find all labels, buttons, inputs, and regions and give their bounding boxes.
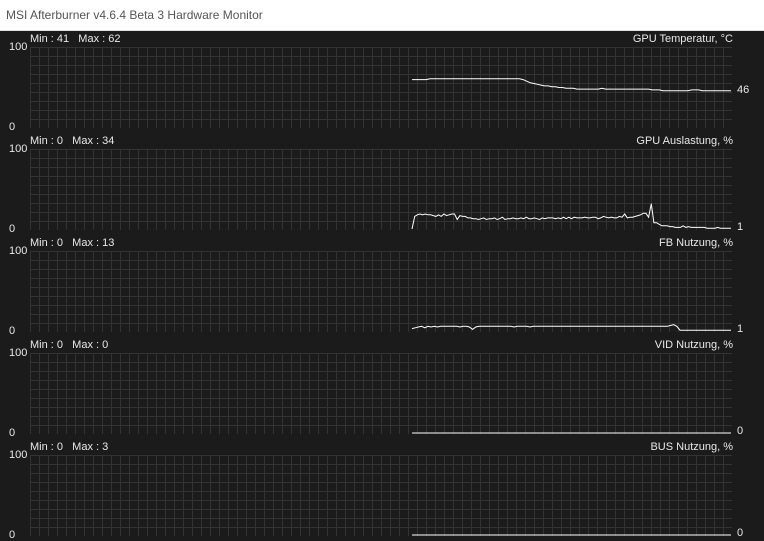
y-axis-max-label: 100 — [9, 245, 28, 257]
y-axis-min-label: 0 — [9, 121, 16, 133]
graph-min-max: Min : 0 Max : 0 — [30, 339, 109, 351]
y-axis-max-label: 100 — [9, 41, 28, 53]
grid — [30, 455, 732, 536]
series-line — [411, 324, 731, 331]
graph-plot-area — [30, 47, 732, 128]
hardware-monitor-graphs[interactable]: Min : 41 Max : 62 GPU Temperatur, °C 100… — [0, 31, 764, 541]
series-line — [412, 78, 731, 92]
y-axis-max-label: 100 — [9, 347, 28, 359]
graph-min-max: Min : 0 Max : 34 — [30, 135, 115, 147]
graph-title: BUS Nutzung, % — [650, 441, 733, 453]
window-title: MSI Afterburner v4.6.4 Beta 3 Hardware M… — [6, 8, 263, 22]
graph-plot-area — [30, 455, 732, 536]
grid — [30, 251, 732, 332]
y-axis-min-label: 0 — [9, 325, 16, 337]
y-axis-min-label: 0 — [9, 529, 16, 541]
graph-plot-area — [30, 251, 732, 332]
graph-gpu-load[interactable]: Min : 0 Max : 34 GPU Auslastung, % 100 0… — [0, 133, 764, 235]
graph-plot-area — [30, 353, 732, 434]
graph-title: VID Nutzung, % — [654, 339, 733, 351]
graph-plot-area — [30, 149, 732, 230]
graph-title: GPU Auslastung, % — [636, 135, 733, 147]
y-axis-min-label: 0 — [9, 427, 16, 439]
graph-min-max: Min : 0 Max : 13 — [30, 237, 115, 249]
grid — [30, 353, 732, 434]
current-value: 0 — [737, 527, 744, 539]
y-axis-max-label: 100 — [9, 143, 28, 155]
current-value: 46 — [737, 83, 750, 96]
graph-min-max: Min : 41 Max : 62 — [30, 33, 121, 45]
graph-title: FB Nutzung, % — [659, 237, 733, 249]
graph-bus-usage[interactable]: Min : 0 Max : 3 BUS Nutzung, % 100 0 0 — [0, 439, 764, 541]
series-line — [411, 203, 731, 230]
current-value: 0 — [737, 425, 744, 437]
y-axis-min-label: 0 — [9, 223, 16, 235]
current-value: 1 — [737, 221, 744, 233]
graph-vid-usage[interactable]: Min : 0 Max : 0 VID Nutzung, % 100 0 0 — [0, 337, 764, 439]
title-bar[interactable]: MSI Afterburner v4.6.4 Beta 3 Hardware M… — [0, 0, 764, 31]
y-axis-max-label: 100 — [9, 449, 28, 461]
current-value: 1 — [737, 323, 744, 335]
graph-min-max: Min : 0 Max : 3 — [30, 441, 109, 453]
graph-fb-usage[interactable]: Min : 0 Max : 13 FB Nutzung, % 100 0 1 — [0, 235, 764, 337]
graph-gpu-temperature[interactable]: Min : 41 Max : 62 GPU Temperatur, °C 100… — [0, 31, 764, 133]
grid — [30, 47, 732, 128]
graph-title: GPU Temperatur, °C — [632, 33, 733, 45]
